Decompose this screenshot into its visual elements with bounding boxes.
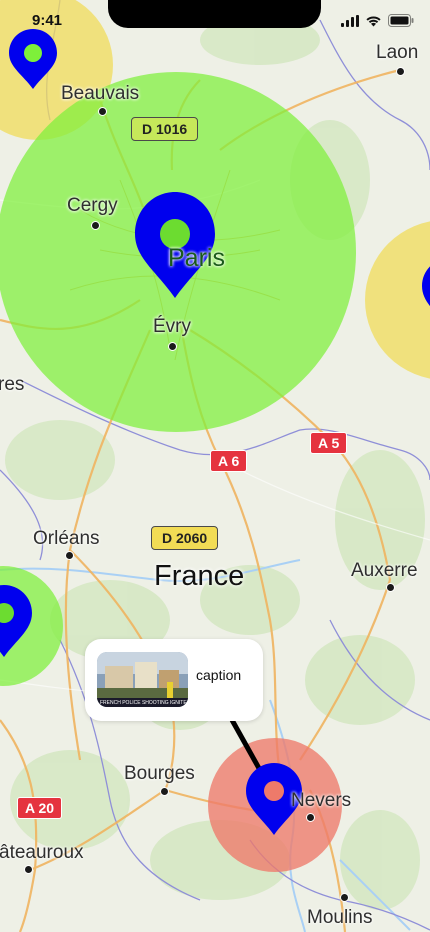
city-dot (160, 787, 169, 796)
city-dot (306, 813, 315, 822)
road-shield-a6: A 6 (210, 450, 248, 472)
status-bar: 9:41 (0, 0, 430, 44)
device-notch (108, 0, 321, 28)
city-label-orleans[interactable]: Orléans (33, 528, 100, 550)
signal-icon (341, 14, 359, 27)
road-shield-d2060: D 2060 (151, 526, 219, 550)
country-label: France (154, 560, 245, 592)
city-label-bourges[interactable]: Bourges (124, 763, 195, 785)
status-icons (341, 14, 414, 27)
city-dot (168, 342, 177, 351)
city-label-auxerre[interactable]: Auxerre (351, 560, 418, 582)
callout-thumbnail[interactable]: FRENCH POLICE SHOOTING IGNITE (97, 652, 188, 707)
city-dot (386, 583, 395, 592)
map-callout[interactable]: FRENCH POLICE SHOOTING IGNITE caption (85, 639, 263, 721)
map-screen: Laon Beauvais Cergy Paris Évry res Orléa… (0, 0, 430, 932)
city-label-cergy[interactable]: Cergy (67, 195, 118, 217)
callout-caption: caption (196, 667, 242, 683)
city-label-evry[interactable]: Évry (153, 316, 191, 338)
city-label-laon[interactable]: Laon (376, 42, 418, 64)
wifi-icon (366, 16, 381, 26)
city-label-partial-west[interactable]: res (0, 374, 24, 396)
city-dot (24, 865, 33, 874)
city-dot (65, 551, 74, 560)
city-label-paris[interactable]: Paris (168, 244, 225, 273)
city-dot (396, 67, 405, 76)
status-time: 9:41 (32, 12, 63, 29)
road-shield-a20: A 20 (17, 797, 63, 819)
city-dot (340, 893, 349, 902)
city-label-beauvais[interactable]: Beauvais (61, 83, 139, 105)
city-dot (91, 221, 100, 230)
svg-text:FRENCH POLICE SHOOTING IGNITE: FRENCH POLICE SHOOTING IGNITE (100, 700, 187, 706)
battery-icon (388, 14, 414, 27)
city-label-moulins[interactable]: Moulins (307, 907, 372, 929)
city-dot (98, 107, 107, 116)
city-label-nevers[interactable]: Nevers (291, 790, 351, 812)
city-label-chateauroux[interactable]: âteauroux (0, 842, 84, 864)
road-shield-d1016: D 1016 (131, 117, 199, 141)
road-shield-a5: A 5 (310, 432, 348, 454)
